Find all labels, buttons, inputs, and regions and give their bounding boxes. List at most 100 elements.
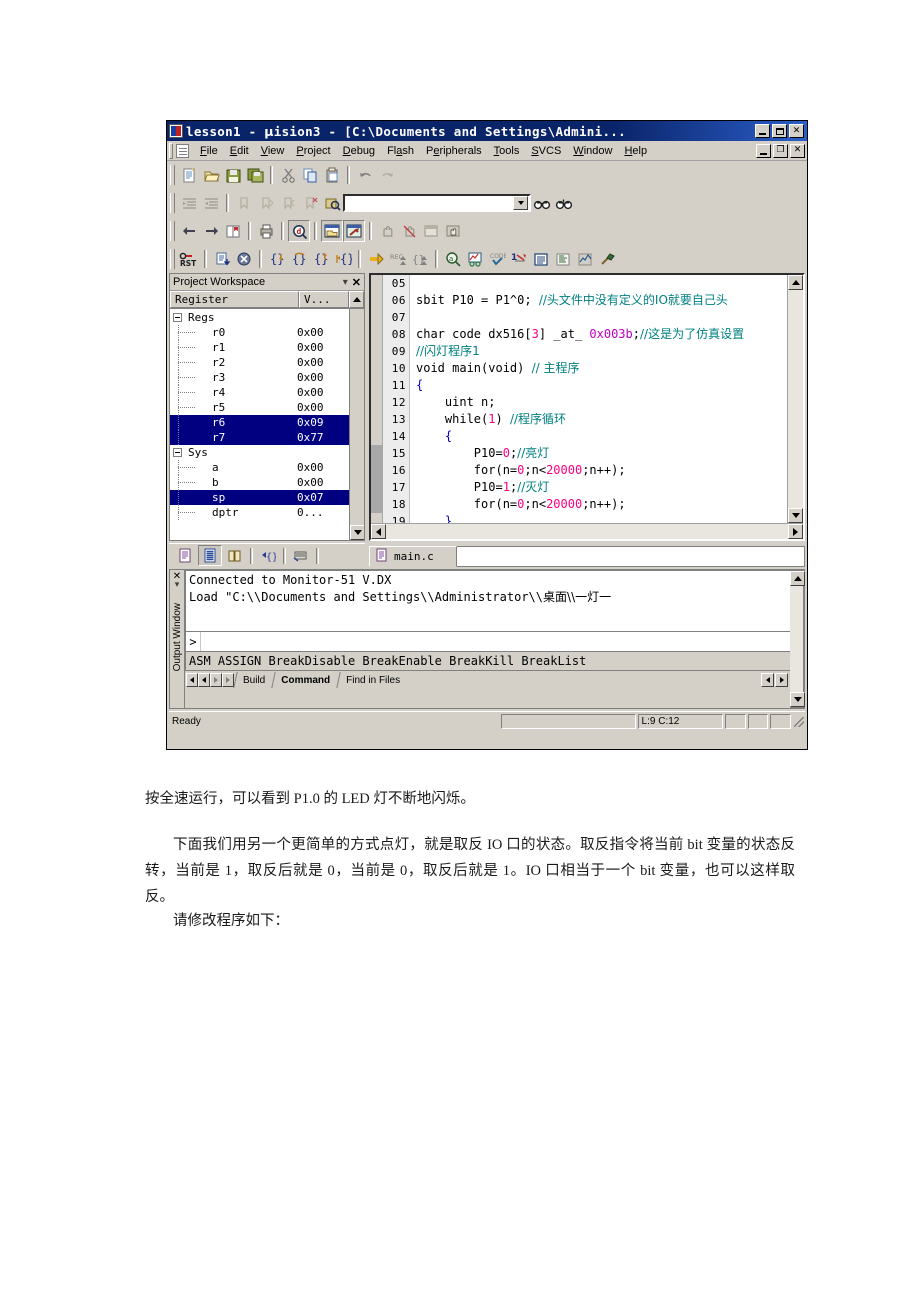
disassembly-icon[interactable]: a	[442, 248, 464, 270]
chevron-down-icon[interactable]: ▾	[175, 581, 180, 590]
register-vertical-scrollbar[interactable]	[349, 309, 364, 540]
bookmark-clear-icon[interactable]	[299, 192, 321, 214]
output-vertical-scrollbar[interactable]	[790, 570, 805, 708]
undo-icon[interactable]	[354, 164, 376, 186]
record-icon[interactable]: REC	[387, 248, 409, 270]
editor-horizontal-scrollbar[interactable]	[371, 523, 803, 539]
scroll-down-button[interactable]	[788, 508, 803, 523]
scroll-right-button[interactable]	[788, 524, 803, 539]
halt-icon[interactable]	[233, 248, 255, 270]
table-row[interactable]: a 0x00	[170, 460, 349, 475]
indent-icon[interactable]	[178, 192, 200, 214]
tree-toggle[interactable]	[170, 310, 186, 325]
files-tab-icon[interactable]	[173, 545, 197, 566]
print-icon[interactable]	[255, 220, 277, 242]
navigate-forward-icon[interactable]	[200, 220, 222, 242]
command-input[interactable]	[201, 632, 790, 651]
search-combo[interactable]	[343, 194, 531, 212]
templates-tab-icon[interactable]	[289, 545, 313, 566]
table-row-selected[interactable]: r6 0x09	[170, 415, 349, 430]
scroll-left-button[interactable]	[371, 524, 386, 539]
open-file-icon[interactable]	[200, 164, 222, 186]
command-input-row[interactable]: >	[185, 632, 790, 652]
bookmark-toggle-icon[interactable]	[233, 192, 255, 214]
functions-tab-icon[interactable]: {}	[256, 545, 280, 566]
menu-item-window[interactable]: Window	[567, 143, 618, 159]
doc-minimize-icon[interactable]	[756, 143, 771, 158]
menu-item-flash[interactable]: Flash	[381, 143, 420, 159]
table-row[interactable]: r3 0x00	[170, 370, 349, 385]
table-row[interactable]: r2 0x00	[170, 355, 349, 370]
table-row-selected[interactable]: r7 0x77	[170, 430, 349, 445]
table-row[interactable]: r4 0x00	[170, 385, 349, 400]
close-icon[interactable]: ✕	[352, 276, 361, 289]
find-icon[interactable]: d	[288, 220, 310, 242]
tab-find-in-files[interactable]: Find in Files	[337, 672, 407, 688]
scroll-up-button[interactable]	[790, 571, 805, 586]
editor-vertical-scrollbar[interactable]	[787, 275, 803, 523]
tab-last-icon[interactable]	[222, 673, 234, 687]
scroll-right-button[interactable]	[775, 673, 788, 687]
scroll-up-button[interactable]	[788, 275, 803, 290]
table-row[interactable]: b 0x00	[170, 475, 349, 490]
save-all-icon[interactable]	[244, 164, 266, 186]
menu-item-tools[interactable]: Tools	[488, 143, 526, 159]
toolbar-grip[interactable]	[170, 193, 175, 213]
window-icon[interactable]	[420, 220, 442, 242]
chevron-down-icon[interactable]	[513, 196, 528, 210]
menu-item-project[interactable]: Project	[290, 143, 336, 159]
next-statement-icon[interactable]	[365, 248, 387, 270]
trace-icon[interactable]	[464, 248, 486, 270]
minimize-icon[interactable]	[755, 124, 770, 138]
hand-stop-icon[interactable]	[398, 220, 420, 242]
call-stack-icon[interactable]: {}	[409, 248, 431, 270]
toolbar-grip[interactable]	[170, 165, 175, 185]
code-text[interactable]: sbit P10 = P1^0; //头文件中没有定义的IO就要自己头 char…	[410, 275, 787, 523]
run-icon[interactable]	[211, 248, 233, 270]
hand-grab-icon[interactable]	[442, 220, 464, 242]
redo-icon[interactable]	[376, 164, 398, 186]
table-row[interactable]: dptr 0...	[170, 505, 349, 520]
tab-prev-icon[interactable]	[198, 673, 210, 687]
close-icon[interactable]	[789, 124, 804, 138]
register-group-regs[interactable]: Regs	[170, 310, 349, 325]
save-icon[interactable]	[222, 164, 244, 186]
find-in-files-icon[interactable]	[321, 192, 343, 214]
paste-icon[interactable]	[321, 164, 343, 186]
binoculars-files-icon[interactable]	[553, 192, 575, 214]
tree-toggle[interactable]	[170, 445, 186, 460]
toolbox-icon[interactable]	[596, 248, 618, 270]
menu-item-help[interactable]: Help	[618, 143, 653, 159]
binoculars-icon[interactable]	[531, 192, 553, 214]
toolbar-grip[interactable]	[170, 221, 175, 241]
menu-item-view[interactable]: View	[255, 143, 291, 159]
copy-icon[interactable]	[299, 164, 321, 186]
step-over-icon[interactable]: {}	[288, 248, 310, 270]
scroll-left-button[interactable]	[761, 673, 774, 687]
breakpoint-gutter[interactable]	[371, 275, 383, 523]
open-doc-icon[interactable]	[222, 220, 244, 242]
tab-nav-buttons[interactable]	[186, 673, 234, 687]
output-log[interactable]: Connected to Monitor-51 V.DX Load "C:\\Do…	[185, 570, 790, 632]
step-out-icon[interactable]: {}	[310, 248, 332, 270]
register-scroll-up-button[interactable]	[349, 291, 364, 308]
hand-icon[interactable]	[376, 220, 398, 242]
column-header-value[interactable]: V...	[299, 291, 349, 308]
table-row[interactable]: r0 0x00	[170, 325, 349, 340]
books-tab-icon[interactable]	[223, 545, 247, 566]
resize-grip-icon[interactable]	[793, 714, 805, 728]
navigate-back-icon[interactable]	[178, 220, 200, 242]
memory-icon[interactable]	[530, 248, 552, 270]
menu-item-svcs[interactable]: SVCS	[525, 143, 567, 159]
tab-main-c[interactable]: main.c	[369, 546, 457, 567]
outdent-icon[interactable]	[200, 192, 222, 214]
bookmark-prev-icon[interactable]	[255, 192, 277, 214]
cut-icon[interactable]	[277, 164, 299, 186]
chevron-down-icon[interactable]: ▾	[339, 277, 352, 288]
scroll-down-button[interactable]	[350, 525, 364, 540]
register-group-sys[interactable]: Sys	[170, 445, 349, 460]
tab-build[interactable]: Build	[234, 672, 272, 688]
doc-close-icon[interactable]	[790, 143, 805, 158]
reset-icon[interactable]: RST	[178, 248, 200, 270]
table-row[interactable]: r5 0x00	[170, 400, 349, 415]
